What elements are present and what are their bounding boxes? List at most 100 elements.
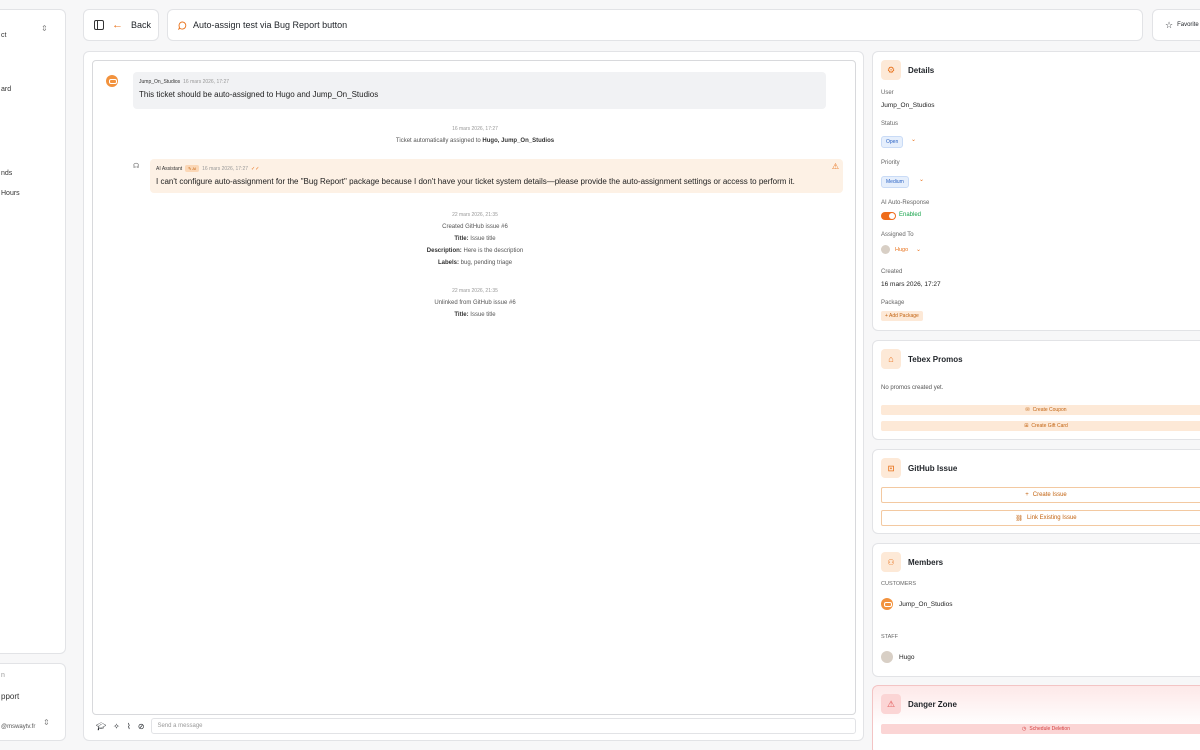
danger-title: Danger Zone [908,699,957,709]
graduation-cap-icon[interactable]: 🎓︎ [96,722,106,731]
ai-message-bubble: AI Assistant ✎ AI 16 mars 2026, 17:27 ✓✓… [150,159,843,193]
event-field-value: Here is the description [461,248,524,254]
sidebar-bottom-email: @mswaytv.fr [1,724,36,730]
staff-name: Hugo [899,654,915,661]
staff-label: STAFF [881,634,899,640]
schedule-deletion-button[interactable]: ◷ Schedule Deletion [881,724,1200,734]
event-text: Unlinked from GitHub issue #6 [434,300,516,306]
ai-author: AI Assistant [156,165,183,172]
tag-icon: ⌂ [881,349,901,369]
sliders-icon: ⚙ [881,60,901,80]
danger-card: ⚠ Danger Zone ◷ Schedule Deletion [872,685,1200,750]
priority-label: Priority [881,160,900,166]
chevron-down-icon[interactable]: ⌄ [919,176,924,183]
sidebar-toggle-icon[interactable] [94,20,104,30]
sidebar: ct ⇕ ard nds Hours [0,9,66,654]
system-event-assigned: 16 mars 2026, 17:27 Ticket automatically… [93,123,857,147]
system-event-github-created: 22 mars 2026, 21:35 Created GitHub issue… [93,209,857,269]
event-field-value: Issue title [468,236,496,242]
avatar [881,651,893,663]
paperclip-icon[interactable]: ⌇ [127,722,131,731]
promos-empty: No promos created yet. [881,385,944,391]
ai-badge: ✎ AI [185,165,200,172]
sidebar-bottom-header: n [1,672,5,679]
link-icon: ⛓ [1015,515,1023,522]
ai-text: I can't configure auto-assignment for th… [156,177,795,186]
back-label: Back [131,20,152,30]
ticket-title: Auto-assign test via Bug Report button [193,20,348,30]
favorite-label: Favorite [1177,22,1199,28]
event-field-label: Description: [426,248,462,254]
arrow-left-icon: ← [112,19,123,31]
star-icon: ☆ [1165,19,1174,30]
create-coupon-button[interactable]: ✉ Create Coupon [881,405,1200,415]
create-issue-button[interactable]: + Create Issue [881,487,1200,503]
avatar [106,75,118,87]
double-check-icon: ✓✓ [251,165,260,172]
chevron-updown-icon[interactable]: ⇕ [43,718,50,727]
ticket-title-bar: Auto-assign test via Bug Report button [167,9,1143,41]
headset-icon: ☊ [133,163,140,170]
event-text: Ticket automatically assigned to [395,138,483,144]
status-badge[interactable]: Open [881,136,904,148]
ai-autoresponse-status: Enabled [899,212,922,218]
favorite-button[interactable]: ☆ Favorite [1152,9,1200,41]
event-text: Created GitHub issue #6 [442,224,508,230]
event-datetime: 16 mars 2026, 17:27 [452,126,498,132]
event-datetime: 22 mars 2026, 21:35 [452,288,498,294]
message-author: Jump_On_Studios [139,79,181,85]
pencil-icon[interactable]: ✎ [188,166,191,171]
event-field-label: Title: [454,312,469,318]
chevron-down-icon[interactable]: ⌄ [911,136,916,143]
chevron-down-icon[interactable]: ⌄ [916,246,921,253]
warning-icon: ⚠ [881,694,901,714]
avatar [881,598,893,610]
message-list[interactable]: Jump_On_Studios 16 mars 2026, 17:27 This … [92,60,856,715]
link-issue-button[interactable]: ⛓ Link Existing Issue [881,510,1200,526]
event-field-label: Labels: [437,260,459,266]
github-title: GitHub Issue [908,463,958,473]
sidebar-account[interactable]: n pport @mswaytv.fr ⇕ [0,663,66,741]
create-gift-card-button[interactable]: ⊞ Create Gift Card [881,421,1200,431]
members-title: Members [908,557,944,567]
eye-off-icon[interactable]: ⊘ [138,722,145,731]
details-title: Details [908,65,935,75]
promos-card: ⌂ Tebex Promos No promos created yet. ✉ Cr… [872,340,1200,440]
sidebar-item-hours[interactable]: Hours [1,190,20,197]
status-label: Status [881,121,899,127]
customer-name: Jump_On_Studios [899,601,953,608]
avatar [881,245,890,254]
chevron-updown-icon[interactable]: ⇕ [41,24,48,33]
user-label: User [881,90,894,96]
sparkles-icon[interactable]: ✧ [113,722,120,731]
ai-autoresponse-label: AI Auto-Response [881,200,930,206]
sidebar-item-project[interactable]: ct [1,32,6,39]
assigned-value[interactable]: Hugo [895,247,908,253]
sidebar-bottom-label: pport [1,692,20,701]
github-icon: ⊡ [881,458,901,478]
back-button[interactable]: ← Back [83,9,159,41]
assigned-label: Assigned To [881,232,914,238]
event-field-label: Title: [454,236,469,242]
plus-icon: + [1025,492,1029,498]
members-card: ⚇ Members CUSTOMERS Jump_On_Studios STAFF… [872,543,1200,677]
ai-autoresponse-toggle[interactable] [881,212,896,220]
message-input[interactable]: Send a message [151,718,856,734]
users-icon: ⚇ [881,552,901,572]
package-label: Package [881,300,905,306]
sidebar-item-dashboard[interactable]: ard [1,86,11,93]
warning-icon: ⚠ [831,162,839,171]
sidebar-item-commands[interactable]: nds [1,170,12,177]
add-package-button[interactable]: + Add Package [881,311,923,321]
github-card: ⊡ GitHub Issue + Create Issue ⛓ Link Existi… [872,449,1200,534]
chat-panel: Jump_On_Studios 16 mars 2026, 17:27 This … [83,51,864,741]
created-value: 16 mars 2026, 17:27 [881,281,941,288]
event-datetime: 22 mars 2026, 21:35 [452,212,498,218]
event-field-value: Issue title [468,312,496,318]
user-value: Jump_On_Studios [881,102,935,109]
event-field-value: bug, pending triage [458,260,513,266]
message-text: This ticket should be auto-assigned to H… [139,90,379,99]
system-event-github-unlinked: 22 mars 2026, 21:35 Unlinked from GitHub… [93,285,857,321]
priority-badge[interactable]: Medium [881,176,909,188]
message-bubble: Jump_On_Studios 16 mars 2026, 17:27 This … [133,72,826,109]
